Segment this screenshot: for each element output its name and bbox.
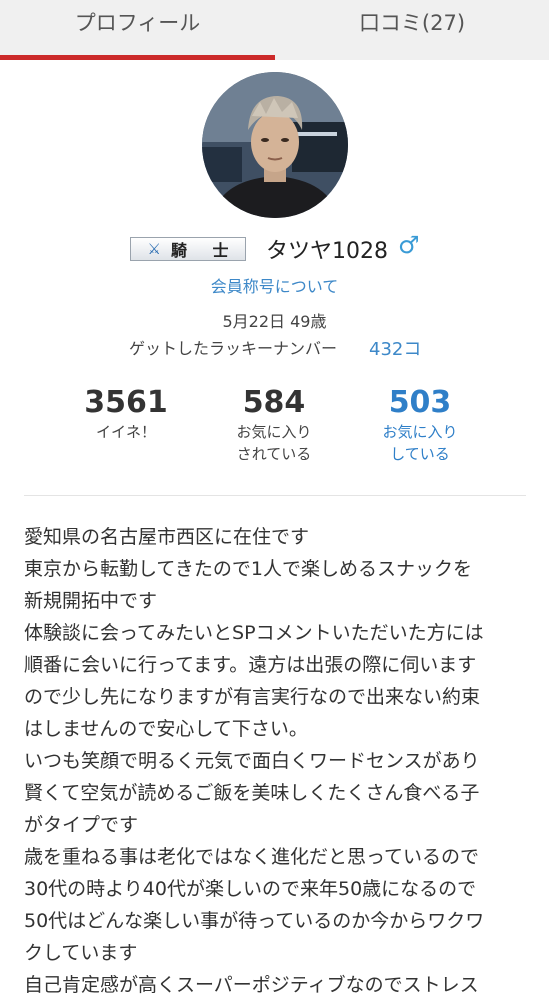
active-tab-indicator bbox=[0, 55, 275, 60]
bio-line: 愛知県の名古屋市西区に在住です bbox=[24, 526, 310, 548]
avatar bbox=[202, 72, 348, 218]
bio-line: 歳を重ねる事は老化ではなく進化だと思っているので bbox=[24, 846, 480, 868]
favorites-label-line2: している bbox=[390, 445, 450, 463]
likes-count: 3561 bbox=[84, 385, 168, 420]
bio-line: 新規開拓中です bbox=[24, 590, 158, 612]
rank-badge: ⚔ 騎 士 bbox=[130, 237, 246, 261]
stat-favorited-by: 584 お気に入り されている bbox=[214, 385, 334, 465]
bio-line: ので少し先になりますが有言実行なので出来ない約束 bbox=[24, 686, 481, 708]
male-symbol-icon: ♂ bbox=[398, 231, 420, 259]
bio-line: 賢くて空気が読めるご飯を美味しくたくさん食べる子 bbox=[24, 782, 480, 804]
likes-label: イイネ！ bbox=[95, 423, 156, 441]
bio-line: クしています bbox=[24, 942, 138, 964]
tab-bar: プロフィール 口コミ(27) bbox=[0, 0, 549, 60]
bio-line: はしませんので安心して下さい。 bbox=[24, 718, 308, 740]
username: タツヤ1028 bbox=[266, 239, 388, 264]
tab-profile[interactable]: プロフィール bbox=[0, 0, 275, 52]
favorites-count: 503 bbox=[388, 385, 452, 420]
bio-line: 東京から転勤してきたので1人で楽しめるスナックを bbox=[24, 558, 472, 580]
bio-line: 順番に会いに行ってます。遠方は出張の際に伺います bbox=[24, 654, 477, 676]
lucky-number-label: ゲットしたラッキーナンバー bbox=[129, 339, 338, 358]
avatar-image bbox=[202, 72, 348, 218]
bio-line: 体験談に会ってみたいとSPコメントいただいた方には bbox=[24, 622, 484, 644]
favorited-by-label-line2: されている bbox=[236, 445, 312, 463]
bio-line: いつも笑顔で明るく元気で面白くワードセンスがあり bbox=[24, 750, 480, 772]
stat-favorites-link[interactable]: 503 お気に入り している bbox=[360, 385, 480, 465]
bio-line: がタイプです bbox=[24, 814, 139, 836]
bio-line: 50代はどんな楽しい事が待っているのか今からワクワ bbox=[24, 910, 485, 932]
favorited-by-count: 584 bbox=[242, 385, 306, 420]
favorited-by-label-line1: お気に入り bbox=[236, 423, 312, 441]
bio-line: 30代の時より40代が楽しいので来年50歳になるので bbox=[24, 878, 477, 900]
stat-likes: 3561 イイネ！ bbox=[66, 385, 186, 443]
rank-label: 騎 士 bbox=[170, 241, 239, 260]
bio-text: 愛知県の名古屋市西区に在住です 東京から転勤してきたので1人で楽しめるスナックを… bbox=[24, 521, 529, 1001]
tab-reviews[interactable]: 口コミ(27) bbox=[275, 0, 549, 52]
favorites-label-line1: お気に入り bbox=[382, 423, 458, 441]
bio-line: 自己肯定感が高くスーパーポジティブなのでストレス bbox=[24, 974, 479, 996]
member-title-link[interactable]: 会員称号について bbox=[0, 273, 549, 297]
crossed-swords-icon: ⚔ bbox=[147, 240, 161, 258]
birthday-age: 5月22日 49歳 bbox=[222, 312, 327, 331]
lucky-number-link[interactable]: 432コ bbox=[369, 335, 421, 361]
section-divider bbox=[24, 495, 526, 496]
